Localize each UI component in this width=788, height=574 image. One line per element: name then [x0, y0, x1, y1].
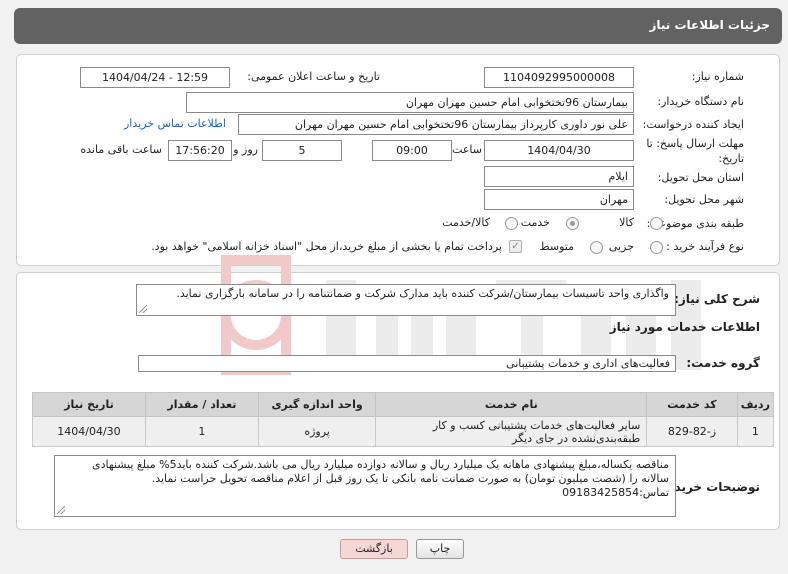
description-textarea[interactable]: واگذاری واحد تاسیسات بیمارستان/شرکت کنند… [136, 284, 676, 316]
remaining-label: ساعت باقی مانده [80, 143, 162, 156]
city-field: مهران [484, 189, 634, 210]
city-label: شهر محل تحویل: [664, 193, 744, 206]
column-header-code: کد خدمت [646, 392, 738, 417]
column-header-row: ردیف [736, 392, 775, 417]
cell-unit: پروژه [257, 416, 377, 447]
column-header-unit: واحد اندازه گیری [257, 392, 377, 417]
resize-handle-icon[interactable] [139, 305, 147, 313]
announce-date-field: 1404/04/24 - 12:59 [80, 67, 230, 88]
column-header-name: نام خدمت [375, 392, 648, 417]
resize-handle-icon[interactable] [57, 506, 65, 514]
category-option-goods-service: کالا/خدمت [442, 216, 490, 229]
buyer-contact-link[interactable]: اطلاعات تماس خریدار [124, 117, 226, 130]
days-label: روز و [233, 143, 258, 156]
cell-name: سایر فعالیت‌های خدمات پشتیبانی کسب و کار… [375, 416, 648, 447]
creator-label: ایجاد کننده درخواست: [642, 118, 744, 131]
need-number-field: 1104092995000008 [484, 67, 634, 88]
process-option-minor: جزیی [608, 240, 634, 253]
buyer-org-label: نام دستگاه خریدار: [657, 95, 744, 108]
deadline-label: مهلت ارسال پاسخ: تا تاریخ: [646, 137, 744, 165]
back-button[interactable]: بازگشت [340, 539, 408, 559]
services-section-title: اطلاعات خدمات مورد نیاز [609, 320, 760, 334]
services-table: ردیف کد خدمت نام خدمت واحد اندازه گیری ت… [32, 392, 775, 447]
category-radio-goods-service[interactable] [505, 217, 518, 230]
process-radio-medium[interactable] [590, 241, 603, 254]
need-number-label: شماره نیاز: [691, 70, 744, 83]
category-option-service: خدمت [520, 216, 550, 229]
province-label: استان محل تحویل: [657, 171, 744, 184]
page-header: جزئیات اطلاعات نیاز [14, 8, 782, 44]
column-header-qty: تعداد / مقدار [144, 392, 259, 417]
description-label: شرح کلی نیاز: [674, 292, 760, 306]
buyer-notes-text: مناقصه یکساله،مبلغ پیشنهادی ماهانه یک می… [91, 458, 669, 499]
service-group-field: فعالیت‌های اداری و خدمات پشتیبانی [138, 355, 676, 372]
column-header-date: تاریخ نیاز [32, 392, 146, 417]
service-group-label: گروه خدمت: [686, 356, 760, 370]
announce-date-label: تاریخ و ساعت اعلان عمومی: [247, 70, 380, 83]
province-field: ایلام [484, 166, 634, 187]
services-table-header: ردیف کد خدمت نام خدمت واحد اندازه گیری ت… [32, 392, 775, 417]
buyer-notes-textarea[interactable]: مناقصه یکساله،مبلغ پیشنهادی ماهانه یک می… [54, 455, 676, 517]
cell-date: 1404/04/30 [32, 416, 146, 447]
category-radio-service[interactable] [566, 217, 579, 230]
deadline-time-field: 09:00 [372, 140, 452, 161]
print-button[interactable]: چاپ [416, 539, 464, 559]
remaining-time-field: 17:56:20 [168, 140, 232, 161]
buyer-org-field: بیمارستان 96تختخوابی امام حسین مهران مهر… [186, 92, 634, 113]
table-row: 1 ز-82-829 سایر فعالیت‌های خدمات پشتیبان… [32, 416, 775, 447]
treasury-payment-note: پرداخت تمام یا بخشی از مبلغ خرید،از محل … [151, 240, 502, 253]
category-option-goods: کالا [619, 216, 634, 229]
cell-code: ز-82-829 [646, 416, 738, 447]
days-remaining-field: 5 [262, 140, 342, 161]
process-radio-minor[interactable] [650, 241, 663, 254]
deadline-time-label: ساعت [452, 143, 482, 156]
page-title: جزئیات اطلاعات نیاز [649, 18, 770, 32]
description-text: واگذاری واحد تاسیسات بیمارستان/شرکت کنند… [176, 287, 669, 300]
cell-qty: 1 [144, 416, 259, 447]
process-label: نوع فرآیند خرید : [666, 240, 744, 253]
process-option-medium: متوسط [539, 240, 574, 253]
treasury-payment-checkbox[interactable]: ✓ [509, 240, 522, 253]
category-radio-goods[interactable] [650, 217, 663, 230]
creator-field: علی نور داوری کارپرداز بیمارستان 96تختخو… [238, 114, 634, 135]
cell-row: 1 [736, 416, 775, 447]
deadline-date-field: 1404/04/30 [484, 140, 634, 161]
